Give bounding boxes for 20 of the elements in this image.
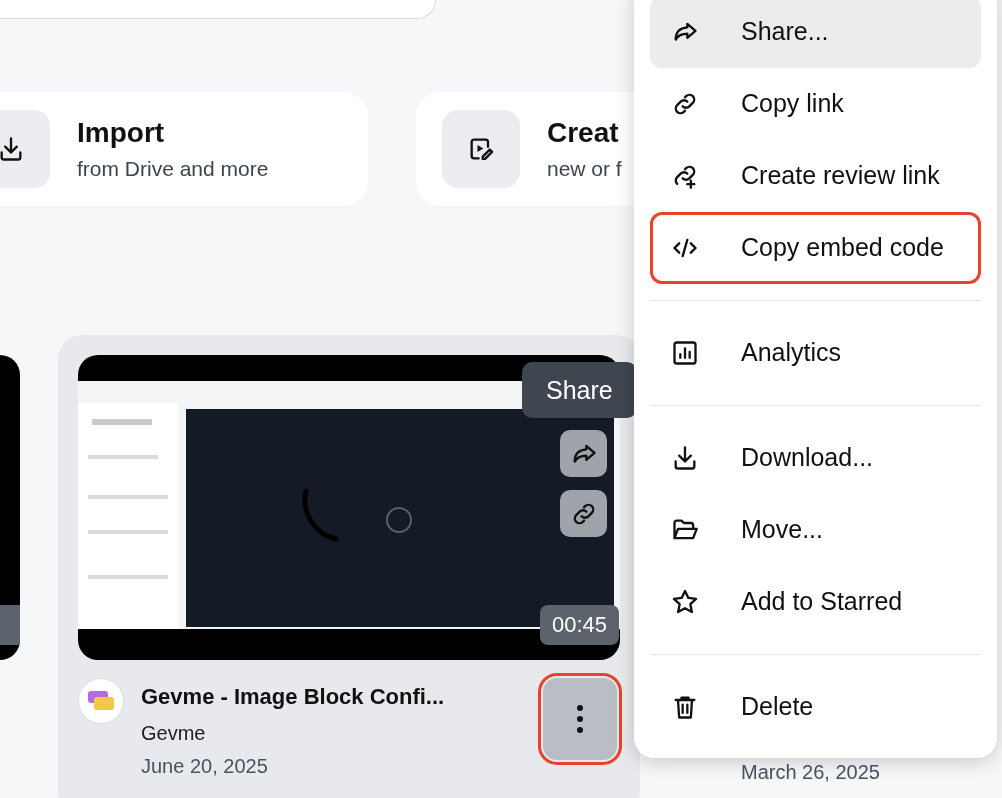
action-card[interactable]: Import from Drive and more xyxy=(0,92,368,206)
channel-name: Gevme xyxy=(141,721,207,746)
tooltip: Share xyxy=(522,362,637,418)
menu-item[interactable]: Share... xyxy=(650,0,981,68)
download-icon xyxy=(0,135,25,163)
share-button[interactable] xyxy=(560,430,607,477)
action-subtitle: from Drive and more xyxy=(77,156,269,182)
video-date: March 26, 2025 xyxy=(741,761,880,783)
action-subtitle: new or f xyxy=(547,156,622,182)
video-date: June 20, 2025 xyxy=(141,754,269,779)
logo-icon xyxy=(88,691,114,711)
star-icon xyxy=(671,588,699,616)
action-title: Creat xyxy=(547,116,620,150)
action-title: Import xyxy=(77,116,166,150)
video-title[interactable]: Gevme - Image Block Confi... xyxy=(141,682,445,712)
copy-link-button[interactable] xyxy=(560,490,607,537)
chart-icon xyxy=(671,339,699,367)
menu-item[interactable]: Copy embed code xyxy=(650,212,981,284)
kebab-icon xyxy=(576,704,584,734)
duration-badge: 00:45 xyxy=(539,605,619,645)
